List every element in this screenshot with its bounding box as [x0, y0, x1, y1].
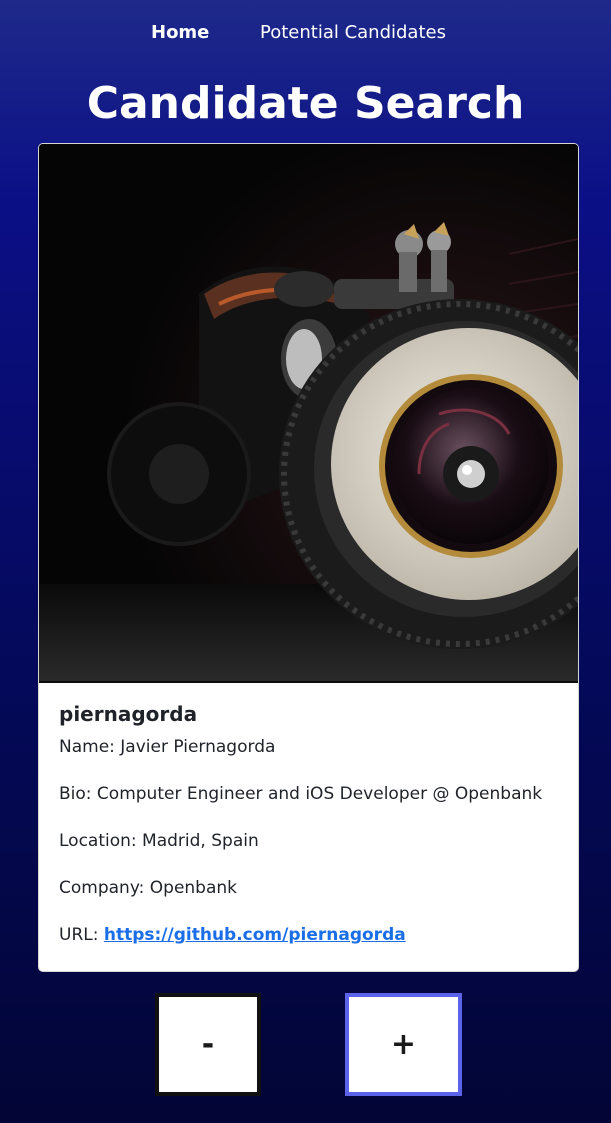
bio-value: Computer Engineer and iOS Developer @ Op… — [96, 784, 543, 804]
candidate-username: piernagorda — [59, 702, 198, 726]
name-value: Javier Piernagorda — [120, 737, 276, 757]
save-candidate-button[interactable]: + — [345, 993, 462, 1096]
plus-icon: + — [390, 1027, 417, 1062]
company-label: Company: — [59, 878, 150, 898]
candidate-card: piernagorda Name: Javier Piernagorda Bio… — [38, 143, 579, 972]
location-label: Location: — [59, 831, 143, 851]
location-value: Madrid, Spain — [142, 831, 259, 851]
name-label: Name: — [59, 737, 121, 757]
top-nav: Home Potential Candidates — [0, 22, 611, 48]
minus-icon: - — [201, 1027, 215, 1062]
candidate-name: Name: Javier Piernagorda — [59, 736, 559, 759]
page-title: Candidate Search — [86, 78, 525, 129]
candidate-bio: Bio: Computer Engineer and iOS Developer… — [59, 783, 559, 806]
candidate-company: Company: Openbank — [59, 877, 559, 900]
candidate-url: URL: https://github.com/piernagorda — [59, 924, 559, 947]
nav-link-potential-candidates[interactable]: Potential Candidates — [260, 22, 446, 43]
nav-link-home[interactable]: Home — [151, 22, 209, 43]
candidate-location: Location: Madrid, Spain — [59, 830, 559, 853]
candidate-details: piernagorda Name: Javier Piernagorda Bio… — [59, 700, 559, 971]
profile-url-link[interactable]: https://github.com/piernagorda — [104, 925, 406, 945]
url-label: URL: — [59, 925, 104, 945]
reject-candidate-button[interactable]: - — [155, 993, 261, 1096]
company-value: Openbank — [149, 878, 238, 898]
candidate-avatar — [39, 144, 578, 683]
bio-label: Bio: — [59, 784, 97, 804]
